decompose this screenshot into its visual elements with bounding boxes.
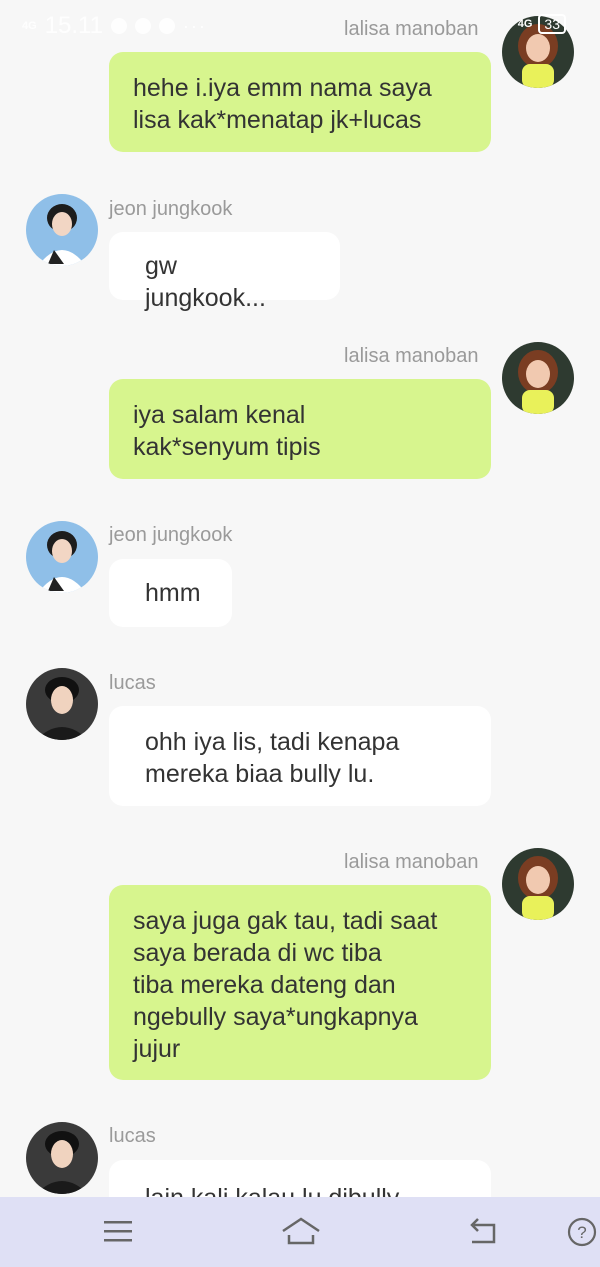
- battery-icon: 33: [538, 14, 566, 34]
- sender-name: lalisa manoban: [344, 851, 479, 873]
- svg-text:?: ?: [577, 1223, 586, 1242]
- clock: 15.11: [44, 12, 103, 39]
- navigation-bar: ?: [0, 1197, 600, 1267]
- notification-icon: [158, 18, 175, 34]
- message-text: hehe i.iya emm nama saya lisa kak*menata…: [133, 74, 432, 134]
- message-text: saya juga gak tau, tadi saat saya berada…: [133, 907, 438, 1063]
- lisa-avatar[interactable]: [502, 342, 574, 414]
- network-indicator: 4G: [517, 17, 533, 30]
- chat-bubble-mine[interactable]: hehe i.iya emm nama saya lisa kak*menata…: [109, 52, 491, 152]
- chat-bubble-mine[interactable]: saya juga gak tau, tadi saat saya berada…: [109, 885, 491, 1080]
- lisa-avatar[interactable]: [502, 848, 574, 920]
- message-text: hmm: [145, 579, 201, 607]
- jungkook-avatar[interactable]: [26, 194, 98, 266]
- home-icon[interactable]: [280, 1215, 322, 1249]
- message-text: iya salam kenal kak*senyum tipis: [133, 401, 321, 461]
- message-text: ohh iya lis, tadi kenapa mereka biaa bul…: [145, 728, 400, 788]
- jungkook-avatar[interactable]: [26, 521, 98, 593]
- notification-icon: [110, 18, 127, 34]
- lucas-avatar[interactable]: [26, 668, 98, 740]
- network-indicator: 4G: [22, 19, 37, 32]
- sender-name: lucas: [109, 672, 156, 694]
- help-icon[interactable]: ?: [566, 1215, 598, 1249]
- chat-bubble-theirs[interactable]: hmm: [109, 559, 232, 627]
- message-text: gw jungkook...: [145, 252, 266, 312]
- chat-bubble-theirs[interactable]: gw jungkook...: [109, 232, 340, 312]
- chat-bubble-mine[interactable]: iya salam kenal kak*senyum tipis: [109, 379, 491, 479]
- notification-icon: [134, 18, 151, 34]
- chat-bubble-theirs[interactable]: ohh iya lis, tadi kenapa mereka biaa bul…: [109, 706, 491, 806]
- lucas-avatar[interactable]: [26, 1122, 98, 1194]
- status-bar: 4G 15.11 ··· 4G 33: [0, 0, 600, 52]
- chat-screen: lalisa manoban hehe i.iya emm nama saya …: [0, 0, 600, 1267]
- sender-name: jeon jungkook: [109, 524, 233, 546]
- menu-icon[interactable]: [98, 1215, 138, 1249]
- sender-name: jeon jungkook: [109, 198, 233, 220]
- more-notifications-icon: ···: [182, 15, 207, 36]
- sender-name: lalisa manoban: [344, 345, 479, 367]
- sender-name: lucas: [109, 1125, 156, 1147]
- back-icon[interactable]: [464, 1215, 504, 1249]
